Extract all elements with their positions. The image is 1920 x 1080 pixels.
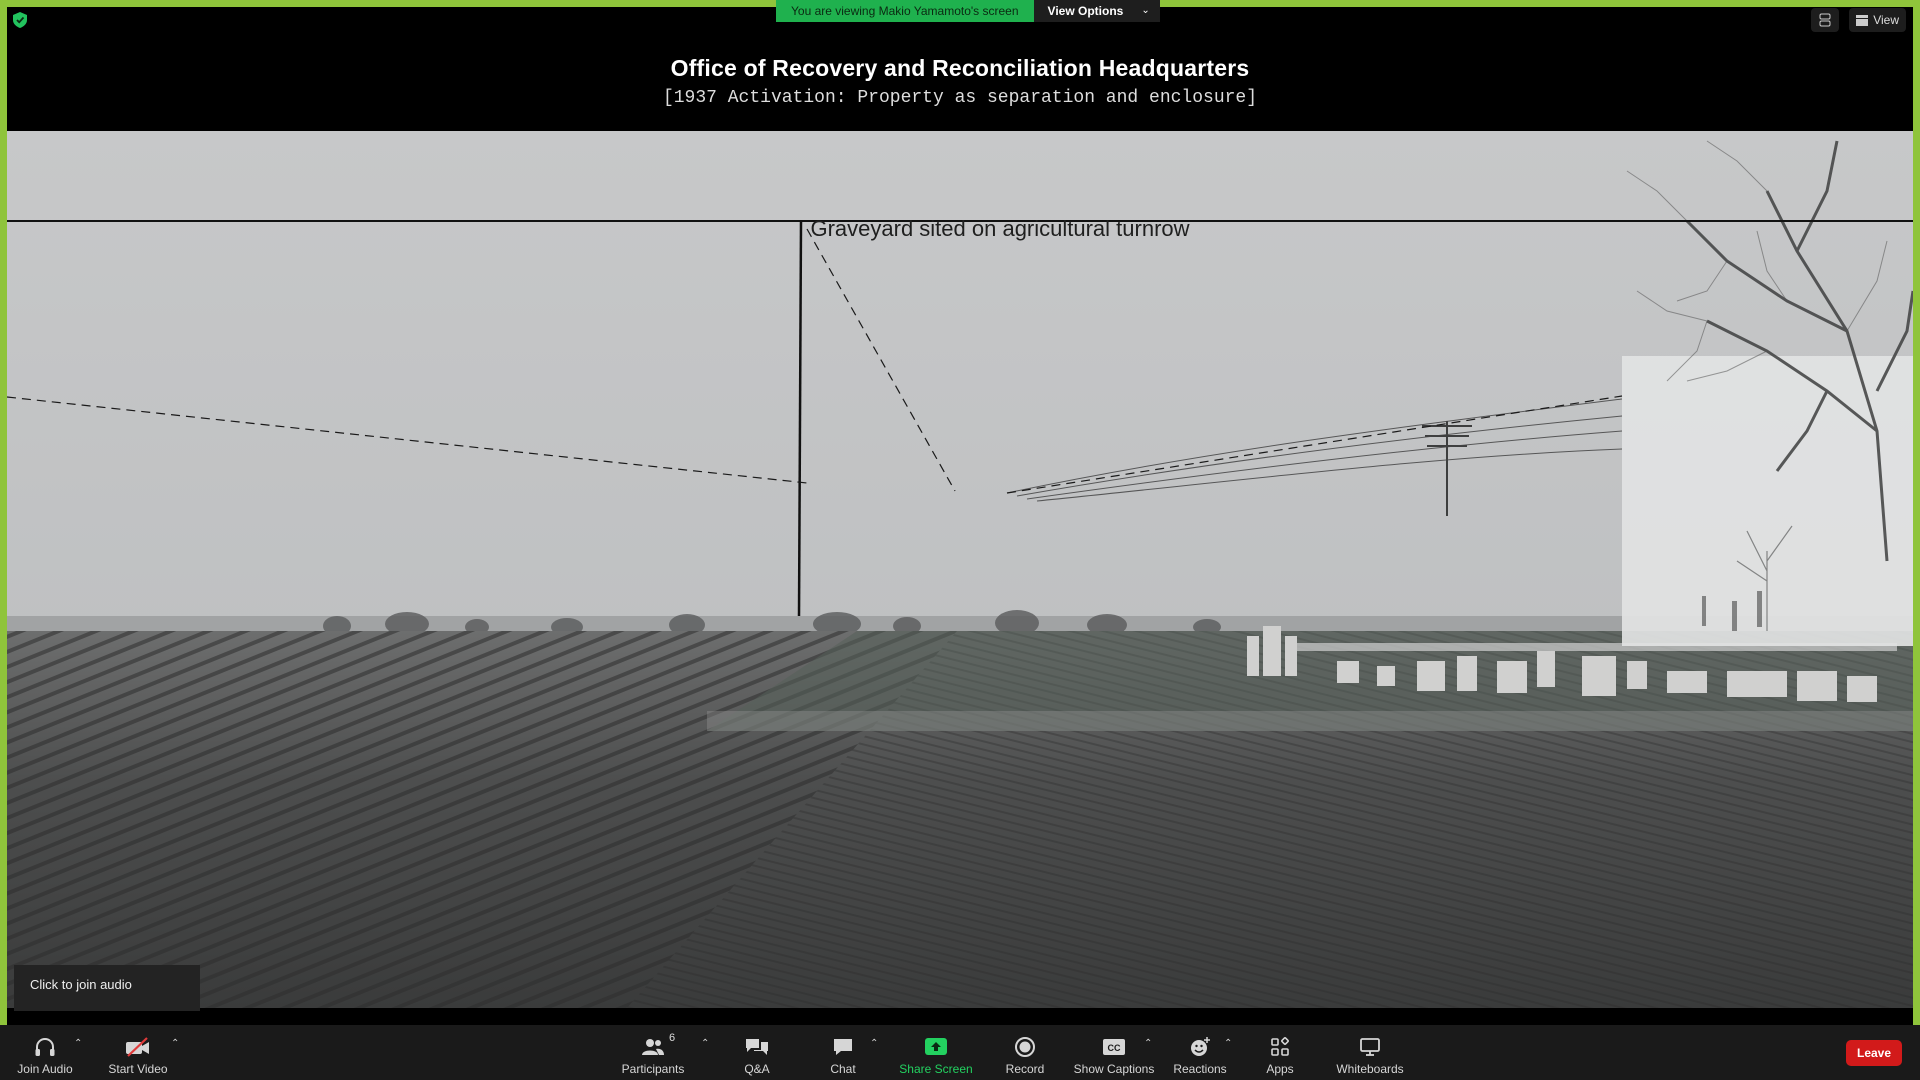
record-label: Record xyxy=(1005,1062,1045,1076)
meeting-toolbar: Join Audio ⌃ Start Video ⌃ Participants … xyxy=(0,1025,1920,1080)
image-caption: Graveyard sited on agricultural turnrow xyxy=(810,216,1190,241)
share-screen-button[interactable]: Share Screen xyxy=(898,1025,974,1080)
show-captions-label: Show Captions xyxy=(1073,1062,1155,1076)
share-screen-label: Share Screen xyxy=(899,1062,973,1076)
gallery-icon xyxy=(1819,13,1831,27)
view-options-label: View Options xyxy=(1047,4,1124,18)
chat-button[interactable]: Chat xyxy=(824,1025,862,1080)
view-grid-icon xyxy=(1856,14,1869,26)
svg-text:CC: CC xyxy=(1108,1043,1121,1053)
view-options-button[interactable]: View Options ⌄ xyxy=(1033,0,1160,22)
captions-options-caret[interactable]: ⌃ xyxy=(1144,1038,1152,1049)
slide-subtitle: [1937 Activation: Property as separation… xyxy=(662,88,1258,108)
headphones-icon xyxy=(35,1038,55,1056)
qa-label: Q&A xyxy=(744,1062,770,1076)
video-options-caret[interactable]: ⌃ xyxy=(171,1038,179,1049)
participants-label: Participants xyxy=(621,1062,685,1076)
start-video-label: Start Video xyxy=(108,1062,168,1076)
participant-count: 6 xyxy=(669,1032,676,1044)
view-button[interactable]: View xyxy=(1849,8,1906,32)
whiteboards-button[interactable]: Whiteboards xyxy=(1334,1025,1406,1080)
apps-button[interactable]: Apps xyxy=(1264,1025,1296,1080)
participants-icon xyxy=(642,1039,664,1055)
video-off-icon xyxy=(126,1037,149,1057)
chat-label: Chat xyxy=(830,1062,856,1076)
field-graveyard-collage xyxy=(7,131,1913,1008)
screen-share-banner: You are viewing Makio Yamamoto's screen … xyxy=(776,0,1160,22)
participants-button[interactable]: Participants xyxy=(618,1025,688,1080)
view-label: View xyxy=(1873,13,1899,27)
reactions-label: Reactions xyxy=(1173,1062,1227,1076)
whiteboards-label: Whiteboards xyxy=(1336,1062,1404,1076)
participants-options-caret[interactable]: ⌃ xyxy=(701,1038,709,1049)
chat-options-caret[interactable]: ⌃ xyxy=(870,1038,878,1049)
whiteboard-icon xyxy=(1360,1038,1380,1056)
shared-slide-image: Graveyard sited on agricultural turnrow xyxy=(7,131,1913,1008)
slide-header: Office of Recovery and Reconciliation He… xyxy=(7,7,1913,131)
apps-label: Apps xyxy=(1266,1062,1294,1076)
chevron-down-icon: ⌄ xyxy=(1141,5,1150,16)
qa-button[interactable]: Q&A xyxy=(737,1025,777,1080)
top-right-controls: View xyxy=(1811,8,1906,32)
start-video-button[interactable]: Start Video xyxy=(106,1025,170,1080)
reactions-icon xyxy=(1191,1037,1210,1056)
captions-icon: CC xyxy=(1103,1039,1125,1055)
record-icon xyxy=(1015,1037,1035,1057)
join-audio-button[interactable]: Join Audio xyxy=(14,1025,76,1080)
show-captions-button[interactable]: CC Show Captions xyxy=(1072,1025,1156,1080)
reactions-options-caret[interactable]: ⌃ xyxy=(1224,1038,1232,1049)
share-screen-icon xyxy=(925,1038,947,1055)
apps-icon xyxy=(1271,1037,1289,1056)
screen-share-border-corner xyxy=(0,1013,7,1025)
shield-icon[interactable] xyxy=(13,12,27,28)
audio-options-caret[interactable]: ⌃ xyxy=(74,1038,82,1049)
chat-icon xyxy=(834,1039,852,1055)
record-button[interactable]: Record xyxy=(1002,1025,1048,1080)
qa-icon xyxy=(746,1039,768,1055)
immersive-button[interactable] xyxy=(1811,8,1840,32)
viewing-notice: You are viewing Makio Yamamoto's screen xyxy=(776,0,1034,22)
leave-button[interactable]: Leave xyxy=(1846,1040,1902,1066)
join-audio-tooltip[interactable]: Click to join audio xyxy=(14,965,200,1011)
reactions-button[interactable]: Reactions xyxy=(1172,1025,1228,1080)
slide-title: Office of Recovery and Reconciliation He… xyxy=(670,55,1250,81)
join-audio-label: Join Audio xyxy=(17,1062,73,1076)
